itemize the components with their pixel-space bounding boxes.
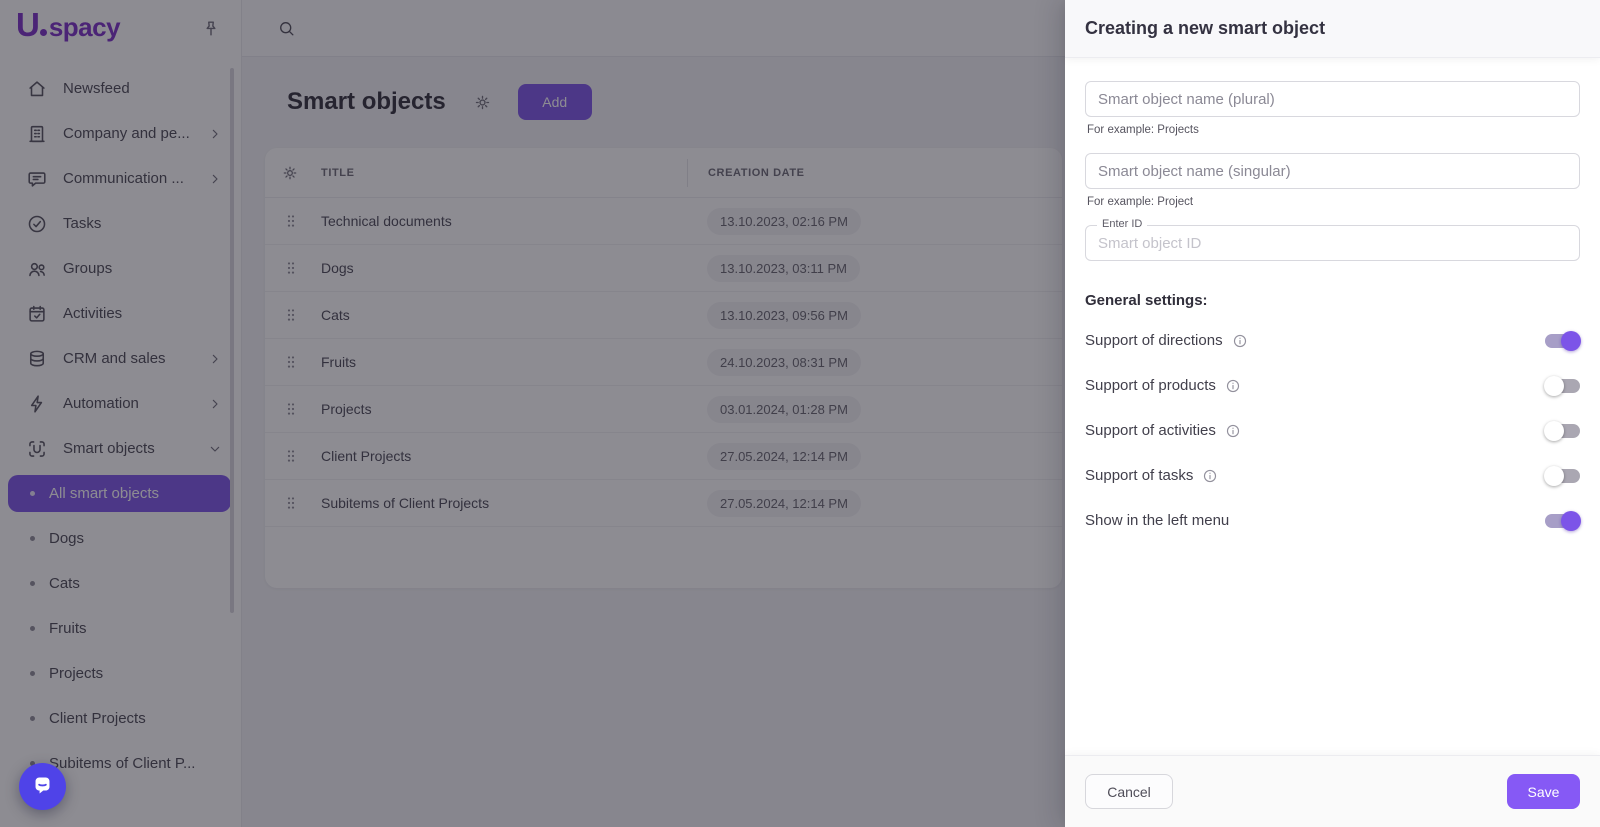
info-icon[interactable] [1225, 378, 1241, 394]
setting-toggle-row: Support of directions [1085, 318, 1581, 363]
info-icon[interactable] [1232, 333, 1248, 349]
toggle-label: Support of activities [1085, 422, 1216, 439]
name-singular-input[interactable] [1085, 153, 1580, 189]
setting-toggle-row: Support of activities [1085, 408, 1580, 453]
info-icon[interactable] [1202, 468, 1218, 484]
cancel-button[interactable]: Cancel [1085, 774, 1173, 809]
setting-toggle-row: Support of tasks [1085, 453, 1580, 498]
drawer-title: Creating a new smart object [1085, 18, 1326, 38]
drawer-body: For example: Projects For example: Proje… [1065, 57, 1600, 543]
toggle-knob [1544, 465, 1564, 486]
id-field-label: Enter ID [1097, 218, 1148, 230]
chat-bubble-icon [29, 773, 56, 800]
toggle-switch[interactable] [1544, 420, 1580, 441]
smart-object-id-input[interactable] [1085, 225, 1580, 261]
id-field-group: Enter ID [1085, 218, 1580, 261]
general-settings-heading: General settings: [1085, 292, 1208, 309]
toggle-knob [1561, 510, 1581, 531]
name-plural-helper: For example: Projects [1087, 124, 1199, 136]
toggle-knob [1561, 330, 1581, 351]
toggle-label: Support of tasks [1085, 467, 1194, 484]
create-smart-object-drawer: Creating a new smart object For example:… [1065, 0, 1600, 827]
toggle-switch[interactable] [1545, 330, 1581, 351]
name-singular-helper: For example: Project [1087, 196, 1194, 208]
toggle-switch[interactable] [1544, 375, 1580, 396]
toggle-knob [1544, 420, 1564, 441]
toggle-switch[interactable] [1545, 510, 1581, 531]
chat-fab-button[interactable] [19, 763, 66, 810]
toggle-label: Show in the left menu [1085, 512, 1230, 529]
save-button[interactable]: Save [1507, 774, 1580, 809]
name-plural-input[interactable] [1085, 81, 1580, 117]
toggle-label: Support of directions [1085, 332, 1223, 349]
toggle-label: Support of products [1085, 377, 1216, 394]
toggle-knob [1544, 375, 1564, 396]
setting-toggle-row: Support of products [1085, 363, 1580, 408]
info-icon[interactable] [1225, 423, 1241, 439]
toggle-switch[interactable] [1544, 465, 1580, 486]
setting-toggle-row: Show in the left menu [1085, 498, 1581, 543]
drawer-header: Creating a new smart object [1065, 0, 1600, 57]
drawer-footer: Cancel Save [1065, 755, 1600, 827]
modal-backdrop[interactable] [0, 0, 1065, 827]
